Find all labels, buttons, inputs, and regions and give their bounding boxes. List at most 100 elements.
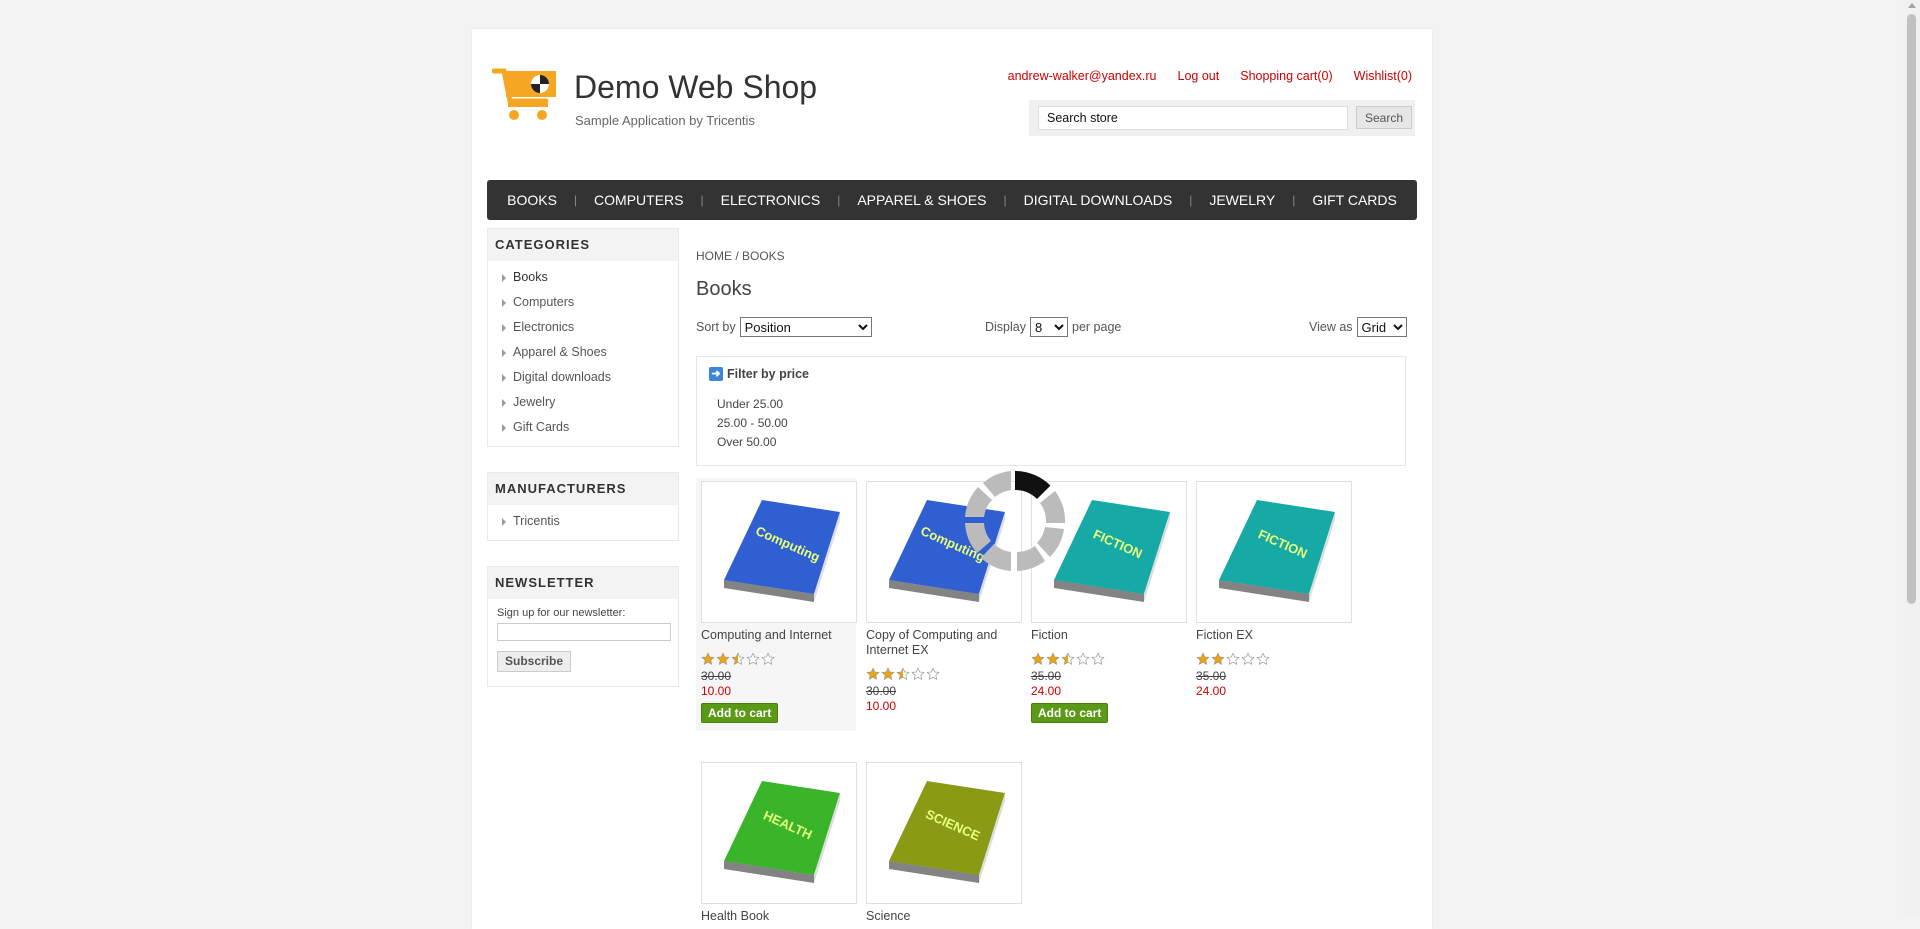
product-rating	[1196, 652, 1351, 666]
product-image[interactable]: FICTION	[1196, 481, 1352, 623]
breadcrumb[interactable]: HOME / BOOKS	[696, 249, 785, 263]
actual-price: 24.00	[1031, 684, 1062, 698]
triangle-right-icon	[502, 518, 506, 526]
category-digital-downloads[interactable]: Digital downloads	[488, 365, 678, 390]
newsletter-email-input[interactable]	[497, 623, 671, 641]
star-icon	[701, 652, 715, 666]
star-icon	[1256, 652, 1270, 666]
display-select[interactable]: 8	[1030, 317, 1068, 337]
manufacturers-block: MANUFACTURERS Tricentis	[487, 472, 679, 541]
price-range-25-50[interactable]: 25.00 - 50.00	[717, 414, 788, 433]
display-per-page: Display 8 per page	[985, 317, 1121, 337]
add-to-cart-button[interactable]: Add to cart	[701, 703, 779, 723]
star-icon	[1211, 652, 1225, 666]
manufacturer-tricentis[interactable]: Tricentis	[488, 509, 678, 534]
subscribe-button[interactable]: Subscribe	[497, 650, 571, 672]
scrollbar-thumb[interactable]	[1907, 14, 1916, 604]
site-logo[interactable]: Demo Web Shop Sample Application by Tric…	[492, 65, 817, 135]
product-title[interactable]: Fiction	[1031, 628, 1181, 643]
price-range-under-25[interactable]: Under 25.00	[717, 395, 788, 414]
triangle-right-icon	[502, 274, 506, 282]
per-page-label: per page	[1072, 320, 1122, 334]
star-icon	[926, 667, 940, 681]
star-icon	[746, 652, 760, 666]
product-item[interactable]: Computing Computing and Internet 30.00 10.0…	[696, 478, 857, 731]
manufacturers-title: MANUFACTURERS	[488, 473, 678, 505]
add-to-cart-button[interactable]: Add to cart	[1031, 703, 1109, 723]
old-price: 30.00	[866, 684, 897, 698]
old-price: 35.00	[1031, 669, 1062, 683]
filter-title[interactable]: ➜ Filter by price	[709, 367, 809, 381]
product-title[interactable]: Fiction EX	[1196, 628, 1346, 643]
view-select[interactable]: Grid	[1356, 317, 1407, 337]
star-icon	[1076, 652, 1090, 666]
star-icon	[761, 652, 775, 666]
logout-link[interactable]: Log out	[1178, 69, 1220, 83]
star-icon	[881, 667, 895, 681]
product-title[interactable]: Health Book	[701, 909, 851, 924]
search-button[interactable]: Search	[1356, 106, 1412, 129]
scroll-up-arrow[interactable]	[1908, 3, 1916, 8]
loading-spinner-icon	[965, 470, 1066, 571]
star-icon	[866, 667, 880, 681]
newsletter-block: NEWSLETTER Sign up for our newsletter: S…	[487, 566, 679, 687]
triangle-right-icon	[502, 424, 506, 432]
menu-digital-downloads[interactable]: DIGITAL DOWNLOADS	[1007, 192, 1190, 208]
menu-apparel-shoes[interactable]: APPAREL & SHOES	[840, 192, 1003, 208]
view-as: View as Grid	[1309, 317, 1407, 337]
display-label: Display	[985, 320, 1026, 334]
search-box: Search	[1029, 100, 1415, 136]
sort-select[interactable]: Position	[739, 317, 872, 337]
menu-jewelry[interactable]: JEWELRY	[1192, 192, 1292, 208]
star-icon	[1031, 652, 1045, 666]
old-price: 30.00	[701, 669, 732, 683]
menu-books[interactable]: BOOKS	[490, 192, 574, 208]
triangle-right-icon	[502, 349, 506, 357]
menu-gift-cards[interactable]: GIFT CARDS	[1295, 192, 1414, 208]
category-gift-cards[interactable]: Gift Cards	[488, 415, 678, 440]
product-title[interactable]: Computing and Internet	[701, 628, 851, 643]
categories-title: CATEGORIES	[488, 229, 678, 261]
newsletter-label: Sign up for our newsletter:	[497, 607, 626, 619]
price-filter: ➜ Filter by price Under 25.00 25.00 - 50…	[696, 356, 1406, 466]
product-title[interactable]: Copy of Computing and Internet EX	[866, 628, 1016, 658]
menu-electronics[interactable]: ELECTRONICS	[704, 192, 838, 208]
product-item[interactable]: SCIENCE Science	[861, 759, 1022, 924]
star-icon	[896, 667, 910, 681]
wishlist-link[interactable]: Wishlist(0)	[1354, 69, 1412, 83]
category-computers[interactable]: Computers	[488, 290, 678, 315]
star-icon	[716, 652, 730, 666]
category-books[interactable]: Books	[488, 265, 678, 290]
category-jewelry[interactable]: Jewelry	[488, 390, 678, 415]
category-apparel-shoes[interactable]: Apparel & Shoes	[488, 340, 678, 365]
sort-by: Sort by Position	[696, 317, 872, 337]
star-icon	[911, 667, 925, 681]
newsletter-title: NEWSLETTER	[488, 567, 678, 599]
product-item[interactable]: HEALTH Health Book	[696, 759, 857, 924]
shopping-cart-link[interactable]: Shopping cart(0)	[1240, 69, 1332, 83]
star-icon	[731, 652, 745, 666]
product-rating	[701, 652, 856, 666]
actual-price: 24.00	[1196, 684, 1227, 698]
star-icon	[1046, 652, 1060, 666]
sort-label: Sort by	[696, 320, 736, 334]
star-icon	[1061, 652, 1075, 666]
product-image[interactable]: SCIENCE	[866, 762, 1022, 904]
search-input[interactable]	[1038, 106, 1348, 130]
product-item[interactable]: FICTION Fiction EX 35.00 24.00	[1191, 478, 1352, 698]
account-link[interactable]: andrew-walker@yandex.ru	[1008, 69, 1157, 83]
category-electronics[interactable]: Electronics	[488, 315, 678, 340]
categories-block: CATEGORIES Books Computers Electronics A…	[487, 228, 679, 447]
triangle-right-icon	[502, 299, 506, 307]
menu-computers[interactable]: COMPUTERS	[577, 192, 700, 208]
product-title[interactable]: Science	[866, 909, 1016, 924]
view-label: View as	[1309, 320, 1353, 334]
star-icon	[1091, 652, 1105, 666]
triangle-right-icon	[502, 399, 506, 407]
old-price: 35.00	[1196, 669, 1227, 683]
page-scrollbar[interactable]	[1903, 0, 1920, 916]
product-image[interactable]: Computing	[701, 481, 857, 623]
site-subtitle: Sample Application by Tricentis	[575, 113, 755, 128]
price-range-over-50[interactable]: Over 50.00	[717, 433, 788, 452]
product-image[interactable]: HEALTH	[701, 762, 857, 904]
